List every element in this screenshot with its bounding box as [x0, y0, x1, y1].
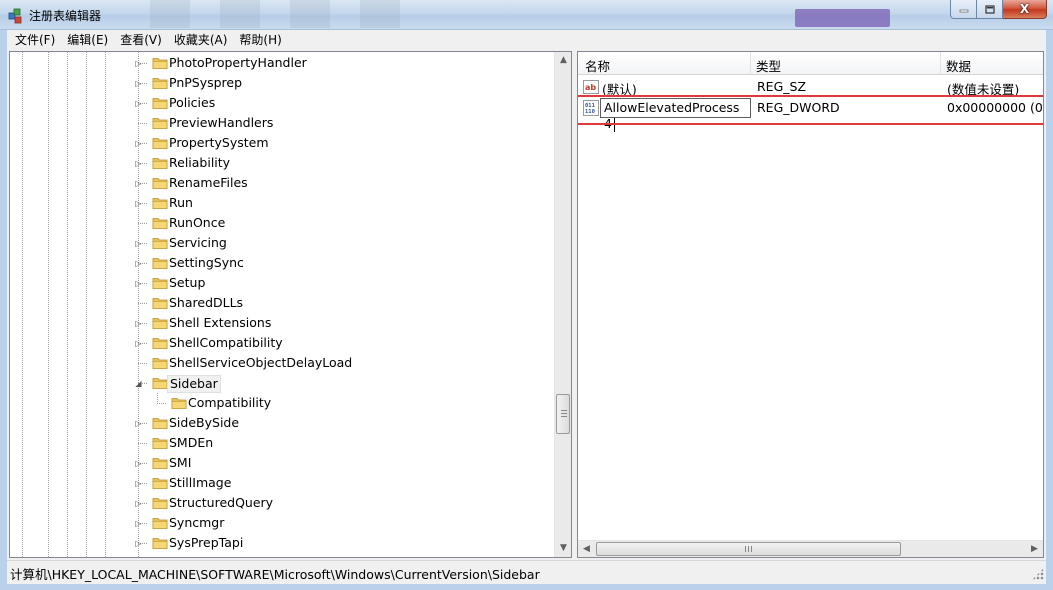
menu-bar: 文件(F) 编辑(E) 查看(V) 收藏夹(A) 帮助(H)	[7, 30, 1046, 50]
status-path: 计算机\HKEY_LOCAL_MACHINE\SOFTWARE\Microsof…	[10, 567, 540, 582]
menu-edit[interactable]: 编辑(E)	[61, 31, 114, 49]
column-name-header[interactable]: 名称	[585, 56, 610, 75]
close-button[interactable]: X	[1003, 0, 1047, 19]
tree-item-label: SysPrepTapi	[169, 535, 244, 550]
tree-item-label: SMDEn	[169, 435, 214, 450]
tree-item-label: Servicing	[169, 235, 227, 250]
menu-file[interactable]: 文件(F)	[9, 31, 61, 49]
column-type-header[interactable]: 类型	[756, 56, 781, 75]
close-icon: X	[1019, 2, 1030, 16]
minimize-button[interactable]	[950, 0, 977, 19]
client-area: ▷ PhotoPropertyHandler ▷ PnPSysprep ▷ Policie…	[7, 50, 1046, 584]
tree-item-label: Shell Extensions	[169, 315, 272, 330]
scroll-thumb[interactable]	[596, 542, 901, 556]
collapsed-arrow-icon[interactable]: ▷	[134, 279, 143, 288]
collapsed-arrow-icon[interactable]: ▷	[134, 539, 143, 548]
scroll-right-arrow-icon[interactable]: ▶	[1026, 541, 1043, 557]
tree-item-label: Run	[169, 195, 193, 210]
registry-tree[interactable]: ▷ PhotoPropertyHandler ▷ PnPSysprep ▷ Policie…	[9, 51, 572, 558]
registry-editor-icon	[8, 8, 22, 24]
expanded-arrow-icon[interactable]: ◢	[134, 379, 143, 388]
highlight-annotation-box	[578, 95, 1043, 125]
menu-view[interactable]: 查看(V)	[114, 31, 168, 49]
collapsed-arrow-icon[interactable]: ▷	[134, 79, 143, 88]
collapsed-arrow-icon[interactable]: ▷	[134, 339, 143, 348]
collapsed-arrow-icon[interactable]: ▷	[134, 239, 143, 248]
maximize-button[interactable]	[977, 0, 1003, 19]
scroll-up-arrow-icon[interactable]: ▲	[555, 52, 571, 69]
background-blur	[150, 0, 410, 28]
tree-vertical-scrollbar[interactable]: ▲ ▼	[554, 52, 571, 557]
tree-item-label: SMI	[169, 455, 192, 470]
menu-favorites[interactable]: 收藏夹(A)	[168, 31, 234, 49]
tree-item-label: Sidebar	[167, 375, 221, 393]
collapsed-arrow-icon[interactable]: ▷	[134, 179, 143, 188]
tree-item-label: Syncmgr	[169, 515, 225, 530]
tree-item-label: ShellCompatibility	[169, 335, 283, 350]
collapsed-arrow-icon[interactable]: ▷	[134, 459, 143, 468]
tree-item-label: ShellServiceObjectDelayLoad	[169, 355, 353, 370]
tree-item-label: StillImage	[169, 475, 232, 490]
column-data-header[interactable]: 数据	[946, 56, 971, 75]
minimize-icon	[959, 9, 968, 13]
scroll-left-arrow-icon[interactable]: ◀	[578, 541, 595, 557]
collapsed-arrow-icon[interactable]: ▷	[134, 259, 143, 268]
tree-item-label: SharedDLLs	[169, 295, 244, 310]
tree-item-label: SettingSync	[169, 255, 244, 270]
collapsed-arrow-icon[interactable]: ▷	[134, 519, 143, 528]
window-controls: X	[950, 0, 1047, 20]
background-blur-accent	[795, 9, 890, 27]
collapsed-arrow-icon[interactable]: ▷	[134, 319, 143, 328]
collapsed-arrow-icon[interactable]: ▷	[134, 139, 143, 148]
status-bar: 计算机\HKEY_LOCAL_MACHINE\SOFTWARE\Microsof…	[7, 560, 1046, 582]
scroll-down-arrow-icon[interactable]: ▼	[555, 540, 571, 557]
tree-item-label: SideBySide	[169, 415, 240, 430]
tree-item-label: PreviewHandlers	[169, 115, 274, 130]
menu-help[interactable]: 帮助(H)	[233, 31, 287, 49]
tree-item-label: Telephony	[167, 555, 234, 557]
collapsed-arrow-icon[interactable]: ▷	[134, 99, 143, 108]
tree-item-label: Compatibility	[188, 395, 272, 410]
tree-item-label: Reliability	[169, 155, 231, 170]
title-bar: 注册表编辑器 X	[0, 0, 1053, 30]
tree-item-label: RunOnce	[169, 215, 226, 230]
column-headers: 名称 类型 数据	[578, 52, 1043, 75]
value-type: REG_SZ	[757, 79, 807, 94]
collapsed-arrow-icon[interactable]: ▷	[134, 419, 143, 428]
collapsed-arrow-icon[interactable]: ▷	[134, 479, 143, 488]
tree-item-label: StructuredQuery	[169, 495, 274, 510]
values-list[interactable]: 名称 类型 数据 ab (默认) REG_SZ (数值未设置) 011 110 …	[577, 51, 1044, 558]
tree-item-label: Policies	[169, 95, 216, 110]
list-horizontal-scrollbar[interactable]: ◀ ▶	[578, 540, 1043, 557]
string-value-icon: ab	[583, 80, 599, 94]
resize-grip-icon[interactable]	[1032, 568, 1044, 580]
tree-item-label: RenameFiles	[169, 175, 248, 190]
tree-item-label: Setup	[169, 275, 206, 290]
tree-item-label: PhotoPropertyHandler	[169, 55, 307, 70]
scroll-thumb[interactable]	[556, 394, 570, 434]
tree-item-label: PnPSysprep	[169, 75, 243, 90]
collapsed-arrow-icon[interactable]: ▷	[134, 199, 143, 208]
maximize-icon	[984, 4, 995, 14]
tree-item-label: PropertySystem	[169, 135, 269, 150]
svg-text:ab: ab	[585, 83, 596, 92]
collapsed-arrow-icon[interactable]: ▷	[134, 499, 143, 508]
collapsed-arrow-icon[interactable]: ▷	[134, 159, 143, 168]
collapsed-arrow-icon[interactable]: ▷	[134, 59, 143, 68]
value-row-default[interactable]: ab (默认) REG_SZ (数值未设置)	[578, 76, 1043, 97]
window-title: 注册表编辑器	[29, 9, 102, 23]
